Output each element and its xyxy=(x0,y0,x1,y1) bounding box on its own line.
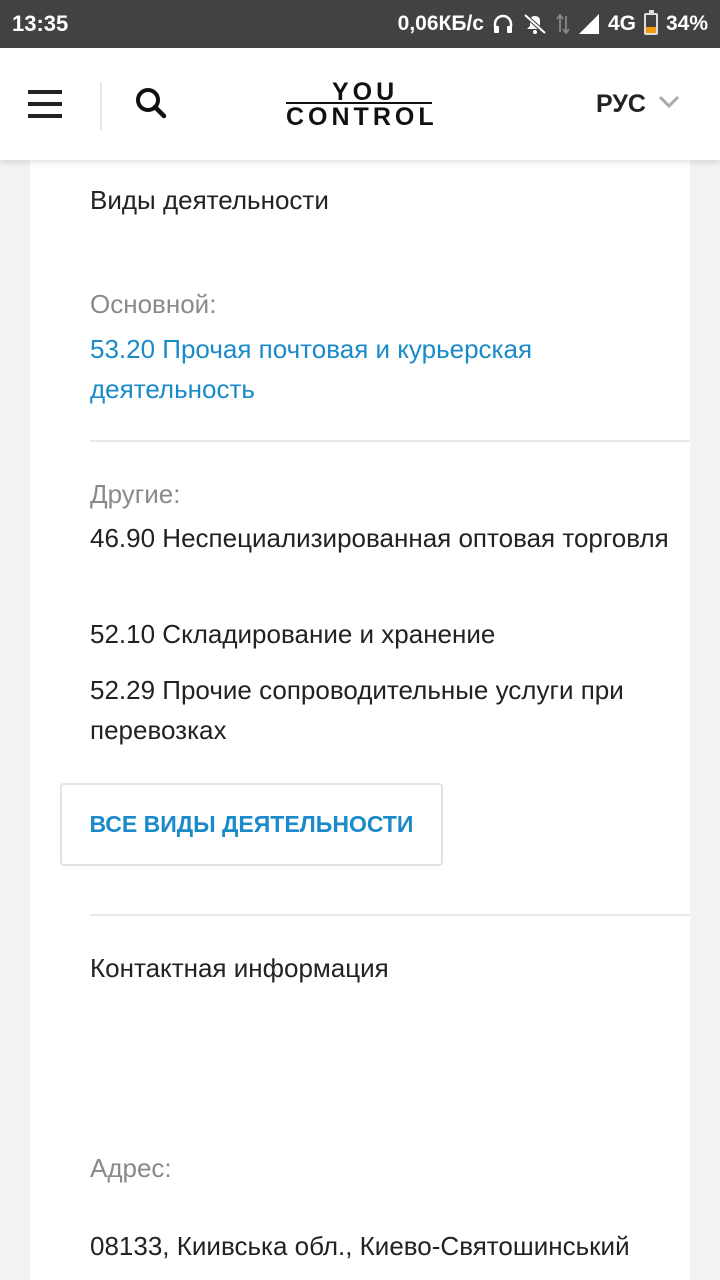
divider xyxy=(90,914,690,916)
other-activity-item: 52.29 Прочие сопроводительные услуги при… xyxy=(90,675,624,745)
all-activities-button[interactable]: ВСЕ ВИДЫ ДЕЯТЕЛЬНОСТИ xyxy=(60,783,443,866)
mute-icon xyxy=(522,12,548,36)
app-header: YOU CONTROL РУС xyxy=(0,48,720,160)
headphones-icon xyxy=(492,13,514,35)
other-activities-label: Другие: xyxy=(90,479,181,509)
address-value: 08133, Киивська обл., Киево-Святошинськи… xyxy=(90,1231,630,1261)
language-selector[interactable]: РУС xyxy=(596,90,680,119)
address-label: Адрес: xyxy=(90,1153,172,1183)
status-time: 13:35 xyxy=(12,11,69,36)
logo-bottom-text: CONTROL xyxy=(286,103,438,131)
activities-title: Виды деятельности xyxy=(90,185,329,215)
battery-percent: 34% xyxy=(665,12,708,35)
main-activity-link[interactable]: 53.20 Прочая почтовая и курьерская деяте… xyxy=(90,329,690,409)
divider xyxy=(90,440,690,442)
company-card: Виды деятельности Основной: 53.20 Прочая… xyxy=(30,140,690,1280)
signal-icon xyxy=(578,13,600,35)
hamburger-menu-icon[interactable] xyxy=(28,88,64,120)
data-arrows-icon xyxy=(556,12,570,36)
search-icon[interactable] xyxy=(132,84,172,124)
network-type: 4G xyxy=(607,12,636,35)
status-right: 0,06КБ/с 4G 34% xyxy=(397,10,708,36)
status-bar: 13:35 0,06КБ/с 4G 34% xyxy=(0,0,720,48)
battery-level xyxy=(645,26,656,33)
other-activity-item: 52.10 Складирование и хранение xyxy=(90,619,496,649)
contacts-title: Контактная информация xyxy=(90,953,389,983)
battery-icon xyxy=(643,10,658,35)
language-label: РУС xyxy=(596,90,646,118)
chevron-down-icon xyxy=(658,95,680,114)
youcontrol-logo[interactable]: YOU CONTROL xyxy=(286,78,434,134)
main-activity-label: Основной: xyxy=(90,289,217,319)
header-divider xyxy=(100,82,102,130)
network-speed: 0,06КБ/с xyxy=(397,12,484,35)
other-activity-item: 46.90 Неспециализированная оптовая торго… xyxy=(90,523,669,553)
